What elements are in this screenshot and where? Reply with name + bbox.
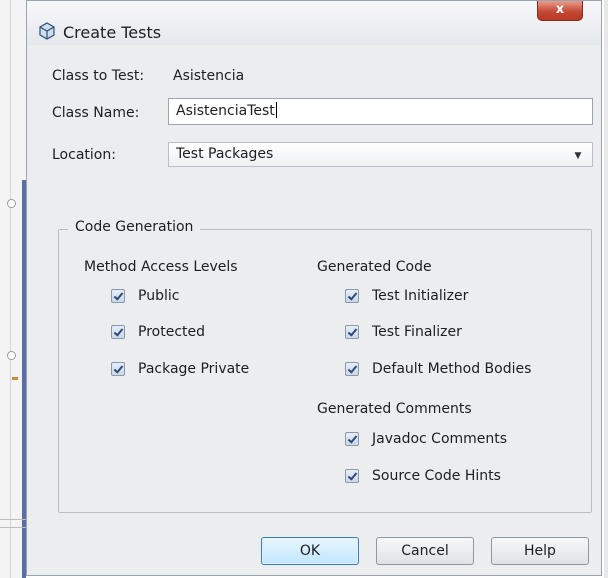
- create-tests-dialog: Create Tests x Class to Test: Asistencia…: [26, 0, 602, 576]
- checkbox-label: Package Private: [138, 361, 250, 377]
- class-to-test-value: Asistencia: [173, 68, 245, 84]
- background-divider: [10, 0, 11, 578]
- checkbox-label: Test Finalizer: [372, 324, 462, 340]
- background-right-edge: [604, 0, 608, 578]
- help-button[interactable]: Help: [491, 537, 589, 565]
- cube-icon: [39, 22, 55, 40]
- checkbox-checked-icon[interactable]: [345, 289, 359, 303]
- location-value: Test Packages: [176, 146, 274, 162]
- background-error-marker: [12, 377, 18, 380]
- close-button[interactable]: x: [537, 1, 583, 21]
- method-access-levels-heading: Method Access Levels: [84, 259, 238, 275]
- background-divider: [0, 519, 26, 520]
- checkbox-checked-icon[interactable]: [111, 362, 125, 376]
- class-name-value: AsistenciaTest: [176, 103, 275, 119]
- background-fold-marker: [7, 199, 16, 208]
- class-name-label: Class Name:: [52, 105, 140, 121]
- checkbox-checked-icon[interactable]: [345, 362, 359, 376]
- checkbox-package-private[interactable]: Package Private: [111, 361, 249, 377]
- background-fold-marker: [7, 351, 16, 360]
- checkbox-checked-icon[interactable]: [345, 325, 359, 339]
- checkbox-source-code-hints[interactable]: Source Code Hints: [345, 468, 501, 484]
- class-name-field[interactable]: AsistenciaTest: [168, 98, 593, 125]
- checkbox-test-finalizer[interactable]: Test Finalizer: [345, 324, 462, 340]
- checkbox-label: Public: [138, 288, 180, 304]
- checkbox-checked-icon[interactable]: [345, 432, 359, 446]
- checkbox-label: Protected: [138, 324, 205, 340]
- class-to-test-label: Class to Test:: [52, 68, 145, 84]
- location-select[interactable]: Test Packages ▼: [168, 142, 593, 167]
- checkbox-checked-icon[interactable]: [111, 289, 125, 303]
- checkbox-label: Source Code Hints: [372, 468, 501, 484]
- code-generation-title: Code Generation: [68, 219, 201, 235]
- background-divider: [0, 527, 26, 528]
- generated-comments-heading: Generated Comments: [317, 401, 472, 417]
- location-label: Location:: [52, 147, 116, 163]
- checkbox-checked-icon[interactable]: [111, 325, 125, 339]
- cancel-button[interactable]: Cancel: [376, 537, 474, 565]
- ok-button[interactable]: OK: [261, 537, 359, 565]
- dialog-title: Create Tests: [63, 23, 162, 42]
- text-caret: [275, 102, 277, 118]
- checkbox-label: Test Initializer: [372, 288, 469, 304]
- checkbox-default-method-bodies[interactable]: Default Method Bodies: [345, 361, 531, 377]
- checkbox-protected[interactable]: Protected: [111, 324, 205, 340]
- checkbox-public[interactable]: Public: [111, 288, 179, 304]
- title-bar[interactable]: Create Tests x: [27, 1, 601, 45]
- checkbox-test-initializer[interactable]: Test Initializer: [345, 288, 468, 304]
- checkbox-javadoc-comments[interactable]: Javadoc Comments: [345, 431, 507, 447]
- checkbox-label: Javadoc Comments: [372, 431, 508, 447]
- checkbox-label: Default Method Bodies: [372, 361, 532, 377]
- generated-code-heading: Generated Code: [317, 259, 432, 275]
- chevron-down-icon[interactable]: ▼: [568, 148, 588, 162]
- checkbox-checked-icon[interactable]: [345, 469, 359, 483]
